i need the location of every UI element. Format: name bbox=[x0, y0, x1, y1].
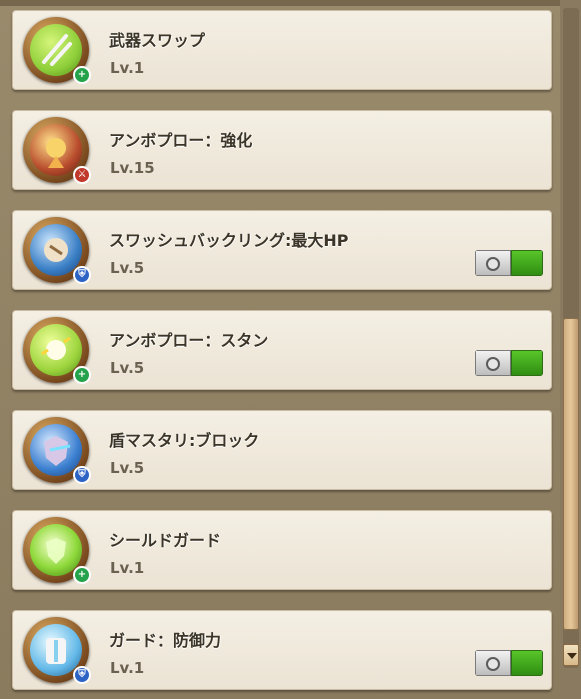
skill-card[interactable]: + シールドガード Lv.1 bbox=[12, 510, 552, 590]
auto-toggle[interactable] bbox=[475, 350, 543, 376]
skill-card[interactable]: ⚔ アンボプロー：強化 Lv.15 bbox=[12, 110, 552, 190]
buff-badge-icon: + bbox=[73, 566, 91, 584]
chevron-down-icon bbox=[567, 653, 577, 659]
toggle-knob-icon bbox=[486, 357, 500, 371]
ambo-blow-stun-icon: + bbox=[23, 317, 91, 384]
buff-badge-icon: + bbox=[73, 366, 91, 384]
skill-card[interactable]: ⛨ スワッシュバックリング:最大HP Lv.5 bbox=[12, 210, 552, 290]
ambo-blow-enhance-icon: ⚔ bbox=[23, 117, 91, 184]
attack-badge-icon: ⚔ bbox=[73, 166, 91, 184]
skill-name: スワッシュバックリング:最大HP bbox=[109, 231, 349, 250]
toggle-knob-icon bbox=[486, 257, 500, 271]
auto-toggle[interactable] bbox=[475, 650, 543, 676]
skill-name: 武器スワップ bbox=[109, 31, 206, 50]
skill-level: Lv.15 bbox=[110, 159, 155, 177]
shield-guard-icon: + bbox=[23, 517, 91, 584]
skill-list-panel: + 武器スワップ Lv.1 ⚔ アンボプロー：強化 Lv.15 ⛨ スワッシュバ… bbox=[0, 0, 560, 699]
defense-badge-icon: ⛨ bbox=[73, 666, 91, 684]
skill-card[interactable]: + 武器スワップ Lv.1 bbox=[12, 10, 552, 90]
skill-name: アンボプロー：スタン bbox=[109, 331, 269, 350]
panel-header-edge bbox=[0, 0, 560, 6]
skill-name: 盾マスタリ:ブロック bbox=[109, 431, 260, 450]
skill-name: シールドガード bbox=[109, 531, 222, 550]
toggle-knob-icon bbox=[486, 657, 500, 671]
skill-name: アンボプロー：強化 bbox=[109, 131, 253, 150]
skill-level: Lv.5 bbox=[110, 359, 145, 377]
defense-badge-icon: ⛨ bbox=[73, 466, 91, 484]
scroll-down-button[interactable] bbox=[563, 644, 579, 666]
shield-mastery-block-icon: ⛨ bbox=[23, 417, 91, 484]
skill-level: Lv.5 bbox=[110, 259, 145, 277]
skill-level: Lv.5 bbox=[110, 459, 145, 477]
skill-level: Lv.1 bbox=[110, 59, 145, 77]
skill-name: ガード：防御力 bbox=[109, 631, 222, 650]
skill-card[interactable]: ⛨ 盾マスタリ:ブロック Lv.5 bbox=[12, 410, 552, 490]
scrollbar-thumb[interactable] bbox=[563, 318, 579, 630]
skill-level: Lv.1 bbox=[110, 559, 145, 577]
guard-defense-icon: ⛨ bbox=[23, 617, 91, 684]
buff-badge-icon: + bbox=[73, 66, 91, 84]
weapon-swap-icon: + bbox=[23, 17, 91, 84]
auto-toggle[interactable] bbox=[475, 250, 543, 276]
defense-badge-icon: ⛨ bbox=[73, 266, 91, 284]
skill-card[interactable]: + アンボプロー：スタン Lv.5 bbox=[12, 310, 552, 390]
skill-level: Lv.1 bbox=[110, 659, 145, 677]
swashbuckling-hp-icon: ⛨ bbox=[23, 217, 91, 284]
skill-card[interactable]: ⛨ ガード：防御力 Lv.1 bbox=[12, 610, 552, 690]
